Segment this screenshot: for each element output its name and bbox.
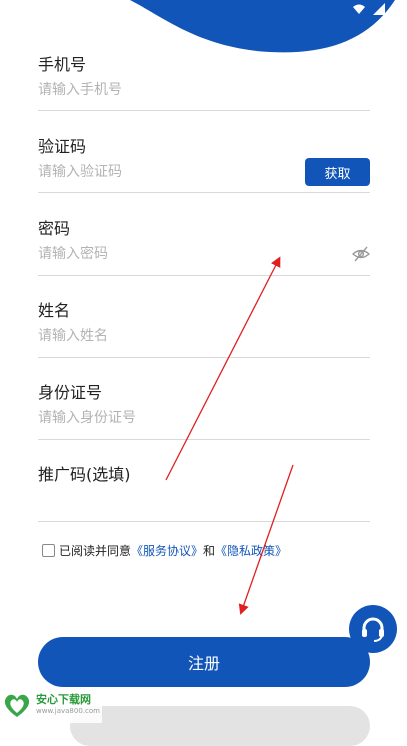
get-code-button[interactable]: 获取 bbox=[305, 158, 370, 186]
agreement-conjunction: 和 bbox=[203, 543, 216, 558]
phone-label: 手机号 bbox=[38, 55, 87, 74]
watermark-title: 安心下载网 bbox=[36, 693, 91, 706]
name-field: 姓名 bbox=[38, 275, 370, 358]
agreement-row: 已阅读并同意 《服务协议》 和 《隐私政策》 bbox=[42, 540, 287, 560]
name-label: 姓名 bbox=[38, 301, 71, 320]
register-button[interactable]: 注册 bbox=[38, 637, 370, 687]
watermark-url: www.java800.com bbox=[36, 707, 100, 715]
heart-logo-icon bbox=[4, 694, 30, 717]
eye-off-icon[interactable] bbox=[352, 245, 370, 263]
phone-input[interactable] bbox=[38, 79, 298, 101]
code-field: 验证码 获取 bbox=[38, 110, 370, 193]
headset-icon bbox=[362, 617, 384, 642]
phone-field: 手机号 bbox=[38, 28, 370, 111]
id-number-field: 身份证号 bbox=[38, 357, 370, 440]
privacy-policy-link[interactable]: 《隐私政策》 bbox=[215, 542, 287, 559]
referral-label: 推广码(选填) bbox=[38, 465, 131, 484]
id-number-input[interactable] bbox=[38, 407, 298, 429]
referral-field: 推广码(选填) bbox=[38, 439, 370, 522]
referral-input[interactable] bbox=[38, 489, 298, 511]
code-label: 验证码 bbox=[38, 137, 87, 156]
id-number-label: 身份证号 bbox=[38, 383, 103, 402]
password-field: 密码 bbox=[38, 193, 370, 276]
password-input[interactable] bbox=[38, 243, 298, 265]
service-agreement-link[interactable]: 《服务协议》 bbox=[131, 542, 203, 559]
watermark: 安心下载网 www.java800.com bbox=[0, 688, 102, 723]
agreement-checkbox[interactable] bbox=[42, 543, 55, 557]
name-input[interactable] bbox=[38, 325, 298, 347]
secondary-button[interactable] bbox=[70, 706, 370, 746]
agreement-prefix: 已阅读并同意 bbox=[59, 543, 132, 558]
wifi-icon bbox=[353, 4, 365, 14]
password-label: 密码 bbox=[38, 219, 71, 238]
code-input[interactable] bbox=[38, 161, 298, 183]
signal-icon bbox=[373, 3, 385, 15]
